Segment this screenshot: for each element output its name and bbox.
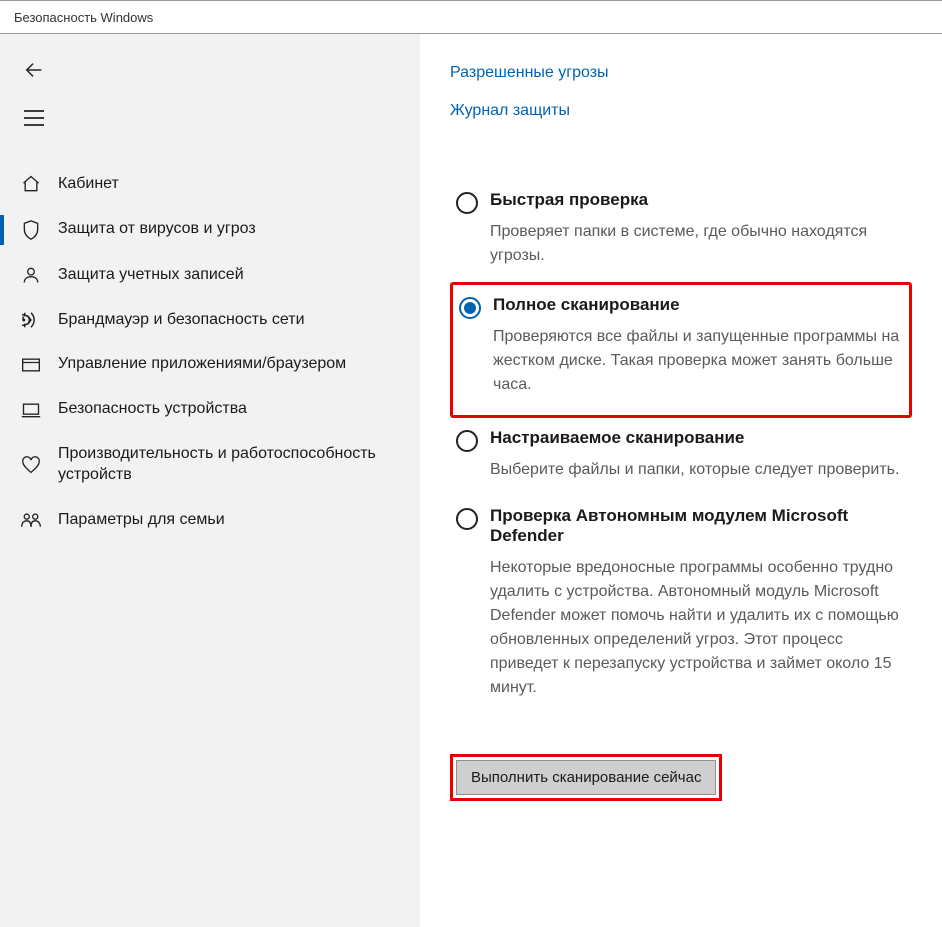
scan-option-desc: Некоторые вредоносные программы особенно… xyxy=(490,556,906,700)
sidebar-item-label: Безопасность устройства xyxy=(58,399,247,420)
sidebar-item-family[interactable]: Параметры для семьи xyxy=(0,498,420,543)
scan-option-custom[interactable]: Настраиваемое сканирование Выберите файл… xyxy=(450,418,912,496)
home-icon xyxy=(18,174,44,194)
wifi-icon xyxy=(18,311,44,329)
scan-option-desc: Выберите файлы и папки, которые следует … xyxy=(490,458,906,482)
main-content: Разрешенные угрозы Журнал защиты Быстрая… xyxy=(420,34,942,927)
sidebar-item-performance[interactable]: Производительность и работоспособность у… xyxy=(0,432,420,498)
hamburger-menu-button[interactable] xyxy=(20,104,48,132)
scan-now-button[interactable]: Выполнить сканирование сейчас xyxy=(456,760,716,795)
scan-option-desc: Проверяет папки в системе, где обычно на… xyxy=(490,220,906,268)
sidebar-item-home[interactable]: Кабинет xyxy=(0,162,420,207)
sidebar-item-label: Параметры для семьи xyxy=(58,510,225,531)
scan-option-title: Полное сканирование xyxy=(493,295,901,315)
app-control-icon xyxy=(18,356,44,374)
sidebar-item-label: Управление приложениями/браузером xyxy=(58,354,346,375)
scan-option-full[interactable]: Полное сканирование Проверяются все файл… xyxy=(450,282,912,418)
person-icon xyxy=(18,265,44,285)
radio-full-scan[interactable] xyxy=(459,297,481,319)
scan-option-desc: Проверяются все файлы и запущенные прогр… xyxy=(493,325,901,397)
sidebar-item-label: Производительность и работоспособность у… xyxy=(58,444,400,486)
radio-custom-scan[interactable] xyxy=(456,430,478,452)
sidebar-item-firewall[interactable]: Брандмауэр и безопасность сети xyxy=(0,298,420,343)
heart-icon xyxy=(18,456,44,474)
scan-option-title: Проверка Автономным модулем Microsoft De… xyxy=(490,506,906,546)
radio-offline-defender-scan[interactable] xyxy=(456,508,478,530)
link-allowed-threats[interactable]: Разрешенные угрозы xyxy=(450,64,912,82)
sidebar-item-virus-protection[interactable]: Защита от вирусов и угроз xyxy=(0,207,420,253)
sidebar-item-account-protection[interactable]: Защита учетных записей xyxy=(0,253,420,298)
scan-option-quick[interactable]: Быстрая проверка Проверяет папки в систе… xyxy=(450,180,912,282)
family-icon xyxy=(18,511,44,529)
scan-option-title: Быстрая проверка xyxy=(490,190,906,210)
back-button[interactable] xyxy=(20,56,48,84)
window-titlebar: Безопасность Windows xyxy=(0,0,942,34)
shield-icon xyxy=(18,219,44,241)
sidebar: Кабинет Защита от вирусов и угроз Защита… xyxy=(0,34,420,927)
scan-option-title: Настраиваемое сканирование xyxy=(490,428,906,448)
sidebar-item-label: Защита от вирусов и угроз xyxy=(58,219,256,240)
sidebar-item-label: Кабинет xyxy=(58,174,119,195)
sidebar-item-device-security[interactable]: Безопасность устройства xyxy=(0,387,420,432)
sidebar-item-label: Защита учетных записей xyxy=(58,265,244,286)
window-title: Безопасность Windows xyxy=(14,10,153,25)
device-icon xyxy=(18,401,44,419)
scan-now-highlight: Выполнить сканирование сейчас xyxy=(450,754,722,801)
sidebar-item-label: Брандмауэр и безопасность сети xyxy=(58,310,305,331)
link-protection-history[interactable]: Журнал защиты xyxy=(450,102,912,120)
radio-quick-scan[interactable] xyxy=(456,192,478,214)
scan-option-offline-defender[interactable]: Проверка Автономным модулем Microsoft De… xyxy=(450,496,912,714)
sidebar-item-app-browser[interactable]: Управление приложениями/браузером xyxy=(0,342,420,387)
